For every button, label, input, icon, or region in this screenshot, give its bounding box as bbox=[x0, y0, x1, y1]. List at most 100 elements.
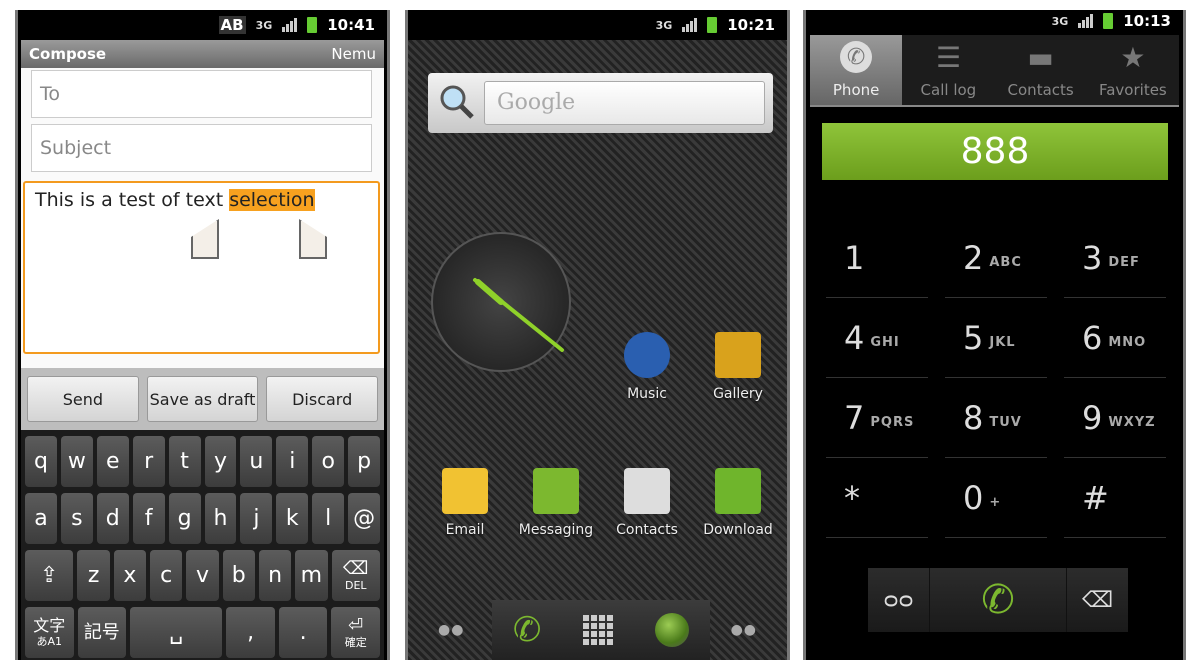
battery-icon bbox=[1103, 13, 1114, 29]
send-button[interactable]: Send bbox=[27, 376, 139, 422]
space-key[interactable]: ␣ bbox=[130, 607, 223, 658]
backspace-button[interactable]: ⌫ bbox=[1066, 568, 1128, 632]
key-j[interactable]: j bbox=[240, 493, 273, 544]
app-gallery[interactable]: Gallery bbox=[695, 332, 781, 402]
tab-favorites[interactable]: ★ Favorites bbox=[1087, 35, 1179, 105]
key-z[interactable]: z bbox=[77, 550, 110, 601]
symbols-key[interactable]: 記号 bbox=[77, 607, 127, 658]
mode-sublabel: あA1 bbox=[36, 635, 63, 648]
menu-label[interactable]: Nemu bbox=[331, 45, 376, 63]
save-draft-button[interactable]: Save as draft bbox=[146, 376, 259, 422]
tab-phone[interactable]: ✆ Phone bbox=[810, 35, 903, 105]
app-messaging[interactable]: Messaging bbox=[513, 468, 599, 538]
app-email[interactable]: Email bbox=[422, 468, 508, 538]
key-g[interactable]: g bbox=[168, 493, 201, 544]
dial-row: 7 PQRS 8 TUV 9 WXYZ bbox=[826, 378, 1166, 458]
letters: JKL bbox=[989, 335, 1016, 350]
key-q[interactable]: q bbox=[25, 436, 57, 487]
dial-row: 4 GHI 5 JKL 6 MNO bbox=[826, 298, 1166, 378]
key-v[interactable]: v bbox=[186, 550, 219, 601]
contacts-icon bbox=[624, 468, 670, 514]
digit: 3 bbox=[1082, 238, 1103, 277]
dial-key-9[interactable]: 9 WXYZ bbox=[1064, 378, 1166, 458]
key-p[interactable]: p bbox=[348, 436, 381, 487]
comma-key[interactable]: , bbox=[226, 607, 275, 658]
period-key[interactable]: . bbox=[278, 607, 328, 658]
key-l[interactable]: l bbox=[312, 493, 345, 544]
key-r[interactable]: r bbox=[132, 436, 165, 487]
app-label: Messaging bbox=[518, 522, 594, 538]
analog-clock-widget[interactable] bbox=[431, 232, 571, 372]
phone-icon[interactable]: ✆ bbox=[513, 610, 542, 650]
phone-icon: ✆ bbox=[840, 41, 873, 73]
keyboard-row-1: qwertyuiop bbox=[25, 436, 381, 487]
dial-key-0[interactable]: 0 + bbox=[945, 458, 1047, 538]
messaging-icon bbox=[533, 468, 579, 514]
dial-key-8[interactable]: 8 TUV bbox=[945, 378, 1047, 458]
dial-key-#[interactable]: # bbox=[1064, 458, 1166, 538]
key-f[interactable]: f bbox=[132, 493, 165, 544]
key-x[interactable]: x bbox=[113, 550, 147, 601]
enter-key[interactable]: ⏎ 確定 bbox=[331, 607, 380, 658]
dial-key-4[interactable]: 4 GHI bbox=[826, 298, 928, 378]
delete-key[interactable]: ⌫ DEL bbox=[331, 550, 380, 601]
key-o[interactable]: o bbox=[312, 436, 345, 487]
letters: ABC bbox=[989, 255, 1022, 270]
tab-contacts[interactable]: ▬ Contacts bbox=[995, 35, 1087, 105]
call-button[interactable]: ✆ bbox=[930, 568, 1066, 632]
search-input[interactable]: Google bbox=[484, 81, 765, 125]
to-field[interactable]: To bbox=[31, 70, 372, 118]
key-u[interactable]: u bbox=[240, 436, 273, 487]
key-@[interactable]: @ bbox=[348, 493, 381, 544]
digit: 1 bbox=[844, 238, 865, 277]
clock-hands bbox=[473, 278, 564, 352]
key-s[interactable]: s bbox=[60, 493, 93, 544]
dial-key-1[interactable]: 1 bbox=[826, 218, 928, 298]
subject-field[interactable]: Subject bbox=[31, 124, 372, 172]
letters: PQRS bbox=[870, 415, 915, 430]
dial-key-*[interactable]: * bbox=[826, 458, 928, 538]
call-icon: ✆ bbox=[981, 577, 1015, 623]
selection-end-handle[interactable] bbox=[299, 219, 327, 259]
dial-key-2[interactable]: 2 ABC bbox=[945, 218, 1047, 298]
key-b[interactable]: b bbox=[222, 550, 255, 601]
dialed-number-display[interactable]: 888 bbox=[822, 123, 1168, 180]
dial-key-3[interactable]: 3 DEF bbox=[1064, 218, 1166, 298]
voicemail-button[interactable]: ᴑᴑ bbox=[868, 568, 930, 632]
key-d[interactable]: d bbox=[96, 493, 129, 544]
app-label: Email bbox=[445, 522, 485, 538]
key-c[interactable]: c bbox=[150, 550, 183, 601]
discard-button[interactable]: Discard bbox=[266, 376, 379, 422]
dial-key-6[interactable]: 6 MNO bbox=[1064, 298, 1166, 378]
key-n[interactable]: n bbox=[258, 550, 292, 601]
selection-start-handle[interactable] bbox=[191, 219, 219, 259]
input-mode-key[interactable]: 文字 あA1 bbox=[25, 607, 74, 658]
key-w[interactable]: w bbox=[60, 436, 93, 487]
page-indicator-right[interactable]: ●● bbox=[731, 622, 757, 638]
email-icon bbox=[442, 468, 488, 514]
grid-icon[interactable] bbox=[583, 615, 614, 645]
key-m[interactable]: m bbox=[295, 550, 328, 601]
shift-key[interactable]: ⇪ bbox=[25, 550, 74, 601]
key-e[interactable]: e bbox=[96, 436, 129, 487]
key-i[interactable]: i bbox=[276, 436, 309, 487]
letters: + bbox=[989, 495, 1002, 510]
dial-key-7[interactable]: 7 PQRS bbox=[826, 378, 928, 458]
tab-call-log[interactable]: ☰ Call log bbox=[902, 35, 994, 105]
app-contacts[interactable]: Contacts bbox=[604, 468, 690, 538]
message-body-field[interactable]: This is a test of text selection bbox=[23, 181, 380, 354]
dial-row: 1 2 ABC 3 DEF bbox=[826, 218, 1166, 298]
key-a[interactable]: a bbox=[25, 493, 57, 544]
clock-time: 10:13 bbox=[1123, 12, 1171, 30]
page-indicator-left[interactable]: ●● bbox=[438, 622, 464, 638]
google-search-widget[interactable]: Google bbox=[428, 73, 773, 133]
action-buttons: Send Save as draft Discard bbox=[21, 368, 384, 430]
app-music[interactable]: Music bbox=[604, 332, 690, 402]
app-download[interactable]: Download bbox=[695, 468, 781, 538]
key-k[interactable]: k bbox=[276, 493, 309, 544]
key-t[interactable]: t bbox=[168, 436, 201, 487]
globe-icon[interactable] bbox=[655, 613, 690, 647]
key-y[interactable]: y bbox=[204, 436, 237, 487]
key-h[interactable]: h bbox=[204, 493, 237, 544]
dial-key-5[interactable]: 5 JKL bbox=[945, 298, 1047, 378]
